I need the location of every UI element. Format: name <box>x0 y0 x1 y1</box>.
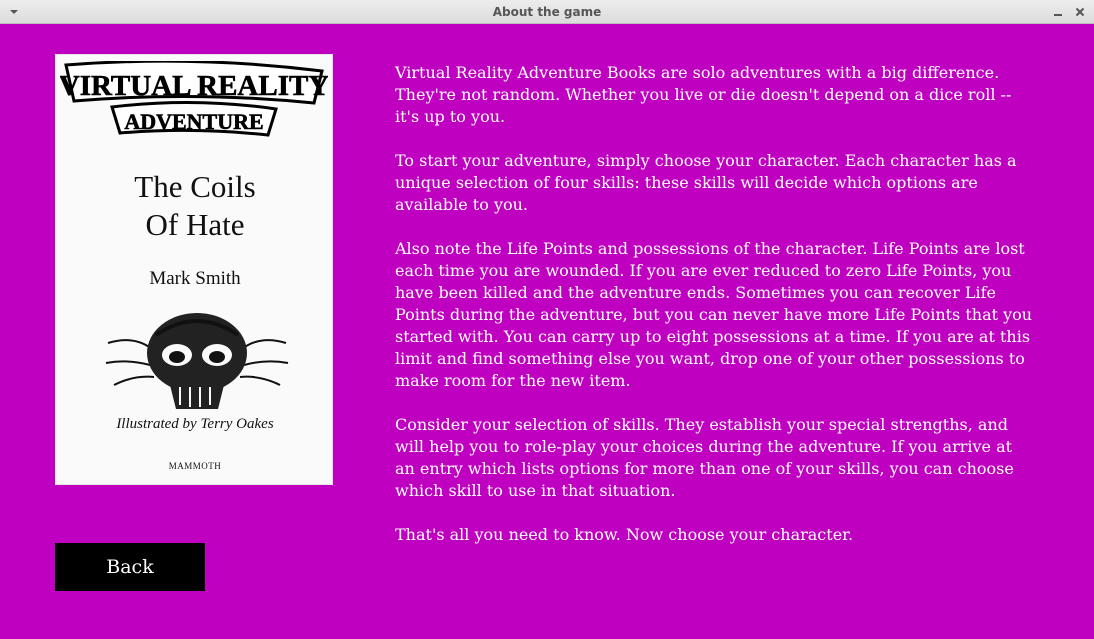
cover-title-line1: The Coils <box>134 169 256 204</box>
about-text: Virtual Reality Adventure Books are solo… <box>395 62 1035 568</box>
paragraph-character: To start your adventure, simply choose y… <box>395 151 1017 214</box>
paragraph-skills: Consider your selection of skills. They … <box>395 415 1014 500</box>
paragraph-life-points: Also note the Life Points and possession… <box>395 239 1033 390</box>
book-cover-image: VIRTUAL REALITY ADVENTURE The Coils Of H… <box>55 54 333 485</box>
cover-publisher: MAMMOTH <box>168 461 222 471</box>
window-title: About the game <box>492 5 602 19</box>
book-logo: VIRTUAL REALITY ADVENTURE <box>60 61 328 137</box>
minimize-button[interactable] <box>1050 4 1066 20</box>
title-bar: About the game <box>0 0 1094 24</box>
paragraph-intro: Virtual Reality Adventure Books are solo… <box>395 63 1012 126</box>
minimize-icon <box>1054 14 1062 16</box>
close-icon <box>1075 7 1085 17</box>
logo-line1: VIRTUAL REALITY <box>60 70 328 102</box>
back-button[interactable]: Back <box>55 543 205 591</box>
close-button[interactable] <box>1072 4 1088 20</box>
cover-author: Mark Smith <box>149 268 241 289</box>
skull-illustration <box>105 313 289 409</box>
cover-illustrator: Illustrated by Terry Oakes <box>116 416 274 432</box>
main-content: VIRTUAL REALITY ADVENTURE The Coils Of H… <box>0 24 1094 639</box>
paragraph-outro: That's all you need to know. Now choose … <box>395 525 854 544</box>
cover-title-line2: Of Hate <box>145 207 245 242</box>
logo-line2: ADVENTURE <box>124 109 263 134</box>
